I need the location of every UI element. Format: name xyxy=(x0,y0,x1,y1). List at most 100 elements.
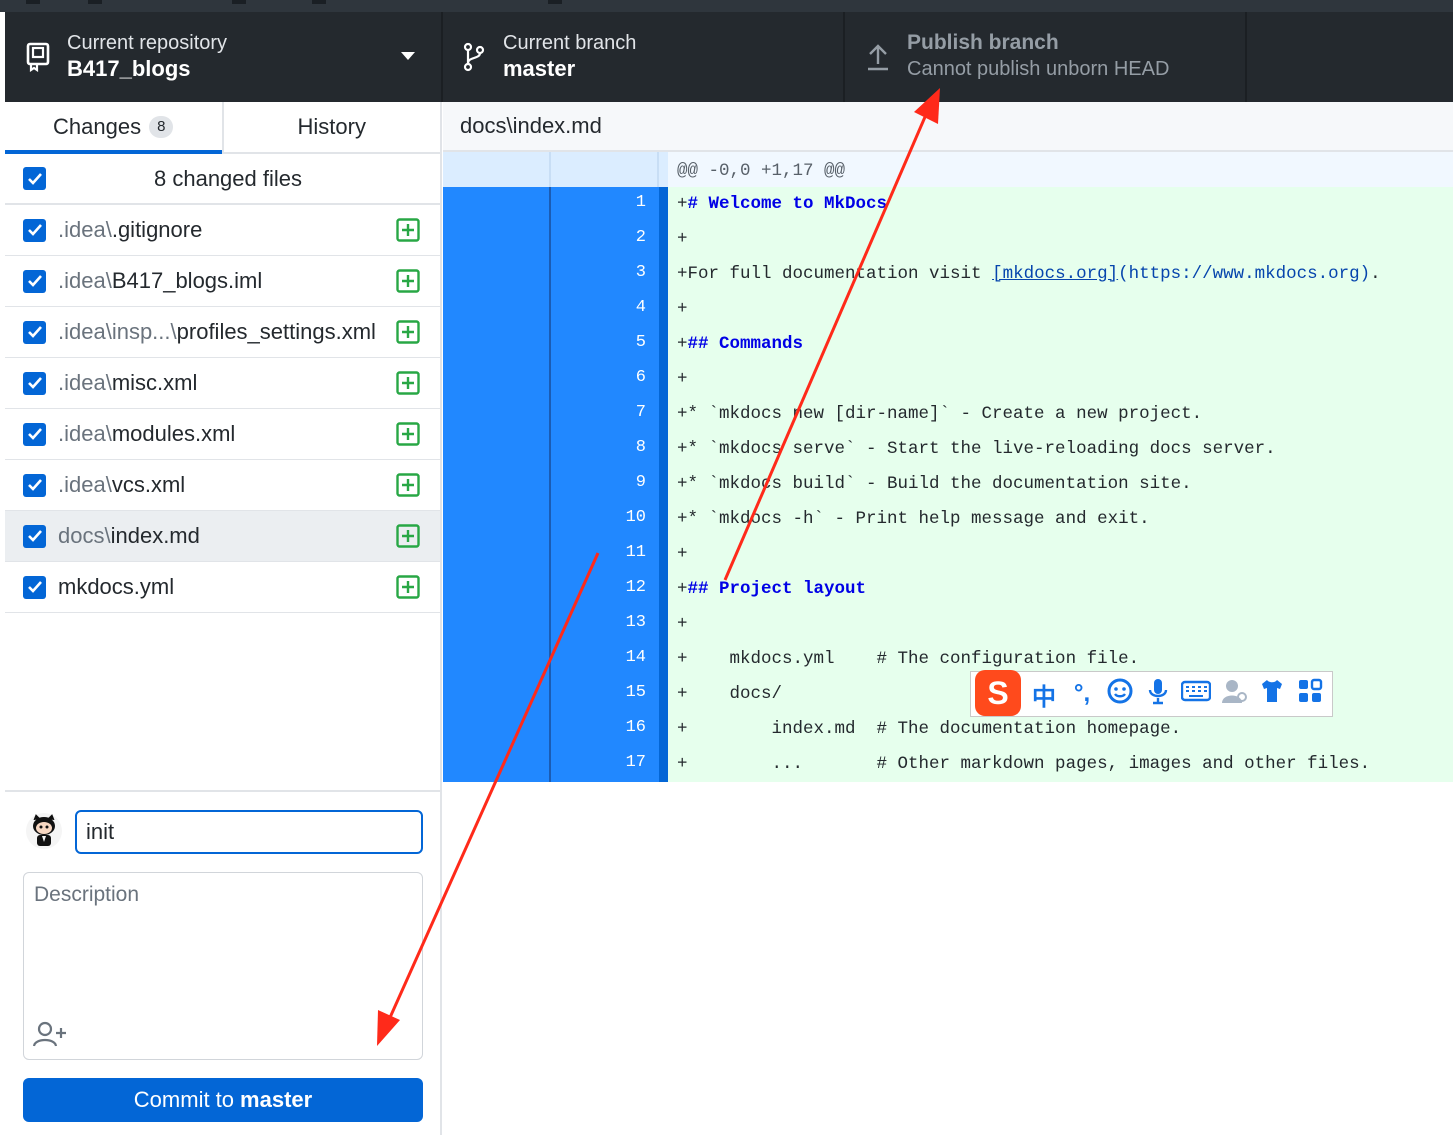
file-row[interactable]: .idea\misc.xml xyxy=(5,358,440,409)
file-dir: .idea\ xyxy=(58,370,112,395)
file-checkbox[interactable] xyxy=(23,473,46,497)
diff-line[interactable]: 1 +# Welcome to MkDocs xyxy=(443,187,1453,222)
file-row[interactable]: .idea\.gitignore xyxy=(5,205,440,256)
add-coauthor-icon[interactable] xyxy=(32,1019,68,1049)
file-checkbox[interactable] xyxy=(23,218,46,242)
publish-branch-button[interactable]: Publish branch Cannot publish unborn HEA… xyxy=(845,12,1247,102)
commit-button[interactable]: Commit to master xyxy=(23,1078,423,1122)
diff-line[interactable]: 12 +## Project layout xyxy=(443,572,1453,607)
diff-marker-bar xyxy=(659,712,668,747)
file-dir: docs\ xyxy=(58,523,111,548)
keyboard-icon[interactable] xyxy=(1180,680,1212,709)
diff-line[interactable]: 2 + xyxy=(443,222,1453,257)
line-number: 6 xyxy=(551,362,659,397)
diff-line[interactable]: 10 +* `mkdocs -h` - Print help message an… xyxy=(443,502,1453,537)
file-checkbox[interactable] xyxy=(23,524,46,548)
line-number: 12 xyxy=(551,572,659,607)
old-line-gutter xyxy=(443,467,551,502)
commit-description-input[interactable] xyxy=(24,873,422,1013)
code-text: +* `mkdocs -h` - Print help message and … xyxy=(668,502,1453,537)
line-number: 10 xyxy=(551,502,659,537)
file-row[interactable]: .idea\vcs.xml xyxy=(5,460,440,511)
checkmark-icon xyxy=(27,172,42,185)
line-number: 17 xyxy=(551,747,659,782)
diff-marker-bar xyxy=(659,572,668,607)
diff-line[interactable]: 6 + xyxy=(443,362,1453,397)
line-number: 9 xyxy=(551,467,659,502)
diff-line[interactable]: 3 +For full documentation visit [mkdocs.o… xyxy=(443,257,1453,292)
file-checkbox[interactable] xyxy=(23,269,46,293)
diff-line[interactable]: 8 +* `mkdocs serve` - Start the live-relo… xyxy=(443,432,1453,467)
file-row[interactable]: .idea\B417_blogs.iml xyxy=(5,256,440,307)
sogou-logo-icon[interactable]: S xyxy=(975,670,1021,716)
toolbox-grid-icon[interactable] xyxy=(1295,678,1325,711)
diff-marker-bar xyxy=(659,362,668,397)
commit-button-branch: master xyxy=(240,1087,313,1112)
diff-marker-bar xyxy=(659,607,668,642)
file-row[interactable]: mkdocs.yml xyxy=(5,562,440,613)
old-line-gutter xyxy=(443,327,551,362)
diff-line[interactable]: 5 +## Commands xyxy=(443,327,1453,362)
file-checkbox[interactable] xyxy=(23,575,46,599)
old-line-gutter xyxy=(443,362,551,397)
diff-line[interactable]: 7 +* `mkdocs new [dir-name]` - Create a n… xyxy=(443,397,1453,432)
microphone-icon[interactable] xyxy=(1143,677,1173,712)
file-row[interactable]: .idea\insp...\profiles_settings.xml xyxy=(5,307,440,358)
file-checkbox[interactable] xyxy=(23,422,46,446)
file-name: misc.xml xyxy=(111,370,198,395)
file-name: profiles_settings.xml xyxy=(176,319,376,344)
line-number: 4 xyxy=(551,292,659,327)
old-line-gutter xyxy=(443,747,551,782)
diff-line[interactable]: 17 + ... # Other markdown pages, images a… xyxy=(443,747,1453,782)
file-checkbox[interactable] xyxy=(23,371,46,395)
github-desktop-window: Current repository B417_blogs Current br… xyxy=(0,0,1453,1135)
diff-line[interactable]: 16 + index.md # The documentation homepag… xyxy=(443,712,1453,747)
skin-shirt-icon[interactable] xyxy=(1257,678,1287,711)
chevron-down-icon xyxy=(401,52,415,60)
diff-line[interactable]: 9 +* `mkdocs build` - Build the documenta… xyxy=(443,467,1453,502)
window-top-strip xyxy=(0,0,1453,12)
code-text: +* `mkdocs build` - Build the documentat… xyxy=(668,467,1453,502)
code-text: + index.md # The documentation homepage. xyxy=(668,712,1453,747)
ime-language-toggle[interactable]: 中 xyxy=(1029,677,1059,712)
strip-mark xyxy=(232,0,246,4)
diff-marker-bar xyxy=(659,187,668,222)
checkmark-icon xyxy=(27,479,42,491)
line-number: 13 xyxy=(551,607,659,642)
file-path: .idea\vcs.xml xyxy=(58,472,396,498)
commit-summary-input[interactable] xyxy=(75,810,423,854)
commit-description-box xyxy=(23,872,423,1060)
branch-selector[interactable]: Current branch master xyxy=(443,12,845,102)
line-number: 2 xyxy=(551,222,659,257)
file-row[interactable]: .idea\modules.xml xyxy=(5,409,440,460)
diff-marker-bar xyxy=(659,257,668,292)
diff-line[interactable]: 4 + xyxy=(443,292,1453,327)
tab-changes[interactable]: Changes 8 xyxy=(5,102,222,154)
file-added-icon xyxy=(396,320,420,344)
file-name: modules.xml xyxy=(111,421,236,446)
checkmark-icon xyxy=(27,428,42,440)
line-number: 16 xyxy=(551,712,659,747)
avatar xyxy=(25,812,63,850)
diff-marker-bar xyxy=(659,432,668,467)
diff-line[interactable]: 13 + xyxy=(443,607,1453,642)
repository-selector[interactable]: Current repository B417_blogs xyxy=(5,12,443,102)
file-row[interactable]: docs\index.md xyxy=(5,511,440,562)
file-name: mkdocs.yml xyxy=(58,574,175,599)
emoji-icon[interactable] xyxy=(1105,677,1135,712)
ime-punctuation-toggle[interactable]: °, xyxy=(1067,680,1097,708)
diff-line[interactable]: 11 + xyxy=(443,537,1453,572)
user-icon[interactable] xyxy=(1219,677,1249,712)
code-text: + xyxy=(668,607,1453,642)
old-line-gutter xyxy=(443,642,551,677)
file-checkbox[interactable] xyxy=(23,320,46,344)
file-name: index.md xyxy=(110,523,200,548)
tab-history[interactable]: History xyxy=(221,102,441,152)
commit-button-prefix: Commit to xyxy=(133,1087,235,1112)
file-path: .idea\.gitignore xyxy=(58,217,396,243)
repo-label: Current repository xyxy=(67,32,228,54)
old-line-gutter xyxy=(443,432,551,467)
select-all-checkbox[interactable] xyxy=(23,167,46,190)
line-number: 11 xyxy=(551,537,659,572)
diff-marker-bar xyxy=(659,677,668,712)
